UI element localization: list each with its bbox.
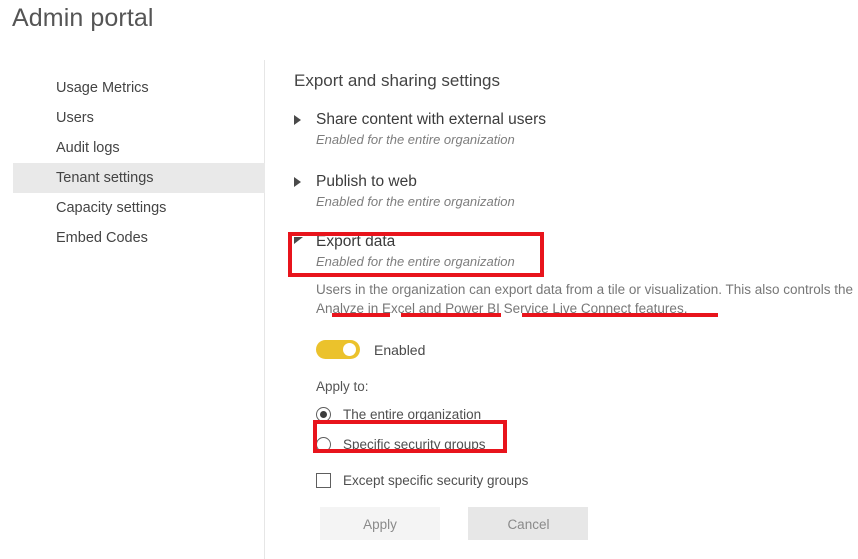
sidebar-item-capacity-settings[interactable]: Capacity settings — [13, 193, 265, 223]
sidebar-item-label: Audit logs — [56, 140, 120, 156]
chevron-right-icon[interactable] — [294, 115, 308, 125]
toggle-label: Enabled — [374, 341, 426, 358]
radio-option-specific-security-groups[interactable]: Specific security groups — [316, 434, 858, 454]
setting-title: Share content with external users — [316, 111, 547, 128]
radio-option-entire-organization[interactable]: The entire organization — [316, 404, 858, 424]
radio-icon-selected[interactable] — [316, 406, 331, 422]
sidebar-item-embed-codes[interactable]: Embed Codes — [13, 223, 265, 253]
sidebar-item-label: Users — [56, 110, 94, 126]
export-data-panel: Users in the organization can export dat… — [316, 280, 858, 490]
setting-title: Publish to web — [316, 173, 417, 190]
radio-icon-unselected[interactable] — [316, 436, 331, 452]
sidebar-item-label: Embed Codes — [56, 230, 148, 246]
export-data-actions: Apply Cancel — [320, 507, 589, 540]
setting-share-content-with-external-users[interactable]: Share content with external users Enable… — [294, 110, 546, 149]
sidebar-item-label: Capacity settings — [56, 200, 167, 216]
toggle-knob — [343, 343, 356, 356]
sidebar-item-audit-logs[interactable]: Audit logs — [13, 133, 265, 163]
sidebar-item-usage-metrics[interactable]: Usage Metrics — [13, 73, 265, 103]
setting-status: Enabled for the entire organization — [316, 254, 515, 269]
sidebar-item-label: Usage Metrics — [56, 80, 149, 96]
export-data-toggle-row[interactable]: Enabled — [316, 340, 858, 359]
page-title: Admin portal — [12, 4, 154, 32]
cancel-button[interactable]: Cancel — [468, 507, 589, 540]
option-label: The entire organization — [343, 406, 482, 422]
export-data-toggle[interactable] — [316, 340, 360, 359]
sidebar-item-tenant-settings[interactable]: Tenant settings — [13, 163, 265, 193]
chevron-right-icon[interactable] — [294, 177, 308, 187]
sidebar-item-users[interactable]: Users — [13, 103, 265, 133]
setting-title: Export data — [316, 233, 396, 250]
setting-status: Enabled for the entire organization — [316, 194, 515, 209]
main-content: Export and sharing settings Share conten… — [266, 60, 858, 559]
setting-export-data[interactable]: Export data Enabled for the entire organ… — [294, 232, 515, 271]
content-heading: Export and sharing settings — [294, 71, 501, 90]
apply-to-label: Apply to: — [316, 379, 369, 394]
option-label: Except specific security groups — [343, 472, 529, 488]
apply-button[interactable]: Apply — [320, 507, 440, 540]
sidebar-item-label: Tenant settings — [56, 170, 154, 186]
sidebar: Usage Metrics Users Audit logs Tenant se… — [0, 60, 265, 559]
export-data-description: Users in the organization can export dat… — [316, 282, 854, 316]
sidebar-nav-list: Usage Metrics Users Audit logs Tenant se… — [0, 73, 265, 253]
checkbox-option-except-specific-security-groups[interactable]: Except specific security groups — [316, 470, 858, 490]
option-label: Specific security groups — [343, 436, 486, 452]
setting-publish-to-web[interactable]: Publish to web Enabled for the entire or… — [294, 172, 515, 211]
checkbox-icon-unchecked[interactable] — [316, 472, 331, 488]
chevron-down-icon[interactable] — [294, 237, 308, 245]
setting-status: Enabled for the entire organization — [316, 132, 515, 147]
